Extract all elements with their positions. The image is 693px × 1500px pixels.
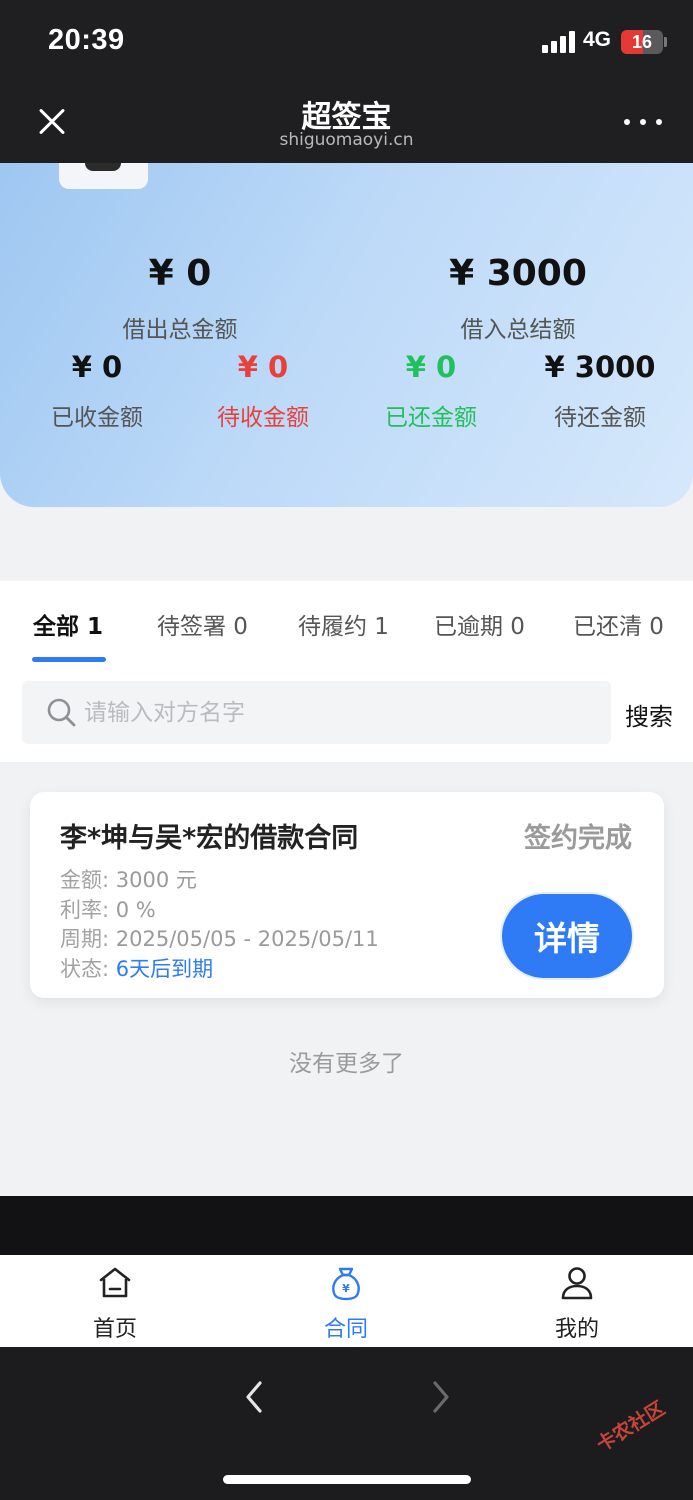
rate-label: 利率: [60,898,110,922]
to-receive-label: 待收金额 [217,405,309,431]
to-receive-amount: ¥ 0 [237,350,289,384]
tabbar-mine-label: 我的 [554,1317,599,1342]
to-repay-label: 待还金额 [554,405,646,431]
tabbar-mine[interactable]: 我的 [517,1255,637,1347]
state-row: 状态: 6天后到期 [60,953,213,983]
app-header: 20:39 4G 16 超签宝 shiguomaoyi.cn [0,0,693,163]
repaid-label: 已还金额 [385,405,477,431]
battery-level: 16 [631,32,653,52]
period-label: 周期: [60,927,110,951]
summary-card: ¥ 0 借出总金额 ¥ 3000 借入总结额 ¥ 0 已收金额 ¥ 0 待收金额… [0,163,693,507]
search-input[interactable] [84,681,604,744]
signal-icon [542,31,576,53]
amount-row: 金额: 3000 元 [60,864,197,894]
home-indicator [223,1475,471,1484]
tabbar-home[interactable]: 首页 [55,1255,175,1347]
more-options-icon[interactable] [620,110,666,134]
search-box [22,681,611,744]
tab-paid-off[interactable]: 已还清 0 [573,607,664,641]
battery-icon: 16 [621,30,663,54]
period-row: 周期: 2025/05/05 - 2025/05/11 [60,923,379,953]
filter-panel: 全部 1 待签署 0 待履约 1 已逾期 0 已还清 0 搜索 [0,581,693,762]
rate-row: 利率: 0 % [60,894,156,924]
tab-all[interactable]: 全部 1 [33,607,103,641]
contract-title: 李*坤与吴*宏的借款合同 [60,823,359,854]
back-arrow-icon[interactable] [240,1377,270,1417]
detail-button[interactable]: 详情 [500,892,634,980]
network-type: 4G [583,28,612,51]
list-end-text: 没有更多了 [289,1051,404,1077]
bottom-tab-bar: 首页 ¥ 合同 我的 [0,1255,693,1347]
lent-total-amount: ¥ 0 [148,253,212,294]
search-icon [47,698,76,727]
tabbar-home-label: 首页 [92,1317,137,1342]
state-label: 状态: [60,957,110,981]
tabbar-contract-label: 合同 [323,1317,368,1342]
amount-label: 金额: [60,868,110,892]
tabbar-contract[interactable]: ¥ 合同 [286,1255,406,1347]
tab-overdue[interactable]: 已逾期 0 [434,607,525,641]
browser-toolbar [0,1347,693,1500]
rate-value: 0 % [115,898,156,922]
user-icon [561,1267,593,1300]
tab-pending-sign[interactable]: 待签署 0 [157,607,248,641]
page-domain: shiguomaoyi.cn [279,130,414,150]
borrowed-total-amount: ¥ 3000 [449,253,587,294]
tab-pending-fulfill[interactable]: 待履约 1 [298,607,389,641]
logo [59,163,148,189]
status-time: 20:39 [48,24,125,56]
home-icon [99,1267,131,1298]
money-bag-icon: ¥ [332,1267,360,1301]
svg-text:¥: ¥ [342,1282,350,1295]
to-repay-amount: ¥ 3000 [544,350,656,384]
amount-value: 3000 元 [115,868,197,892]
divider-band [0,1196,693,1256]
search-button[interactable]: 搜索 [625,697,673,732]
contract-status: 签约完成 [524,823,632,854]
received-amount: ¥ 0 [71,350,123,384]
received-label: 已收金额 [51,405,143,431]
repaid-amount: ¥ 0 [405,350,457,384]
lent-total-label: 借出总金额 [122,317,238,343]
battery-tip [664,37,667,47]
active-tab-indicator [32,657,106,662]
borrowed-total-label: 借入总结额 [460,317,576,343]
period-value: 2025/05/05 - 2025/05/11 [115,927,379,951]
state-value: 6天后到期 [115,957,214,981]
forward-arrow-icon[interactable] [425,1377,455,1417]
contract-card[interactable]: 李*坤与吴*宏的借款合同 签约完成 金额: 3000 元 利率: 0 % 周期:… [30,792,664,998]
